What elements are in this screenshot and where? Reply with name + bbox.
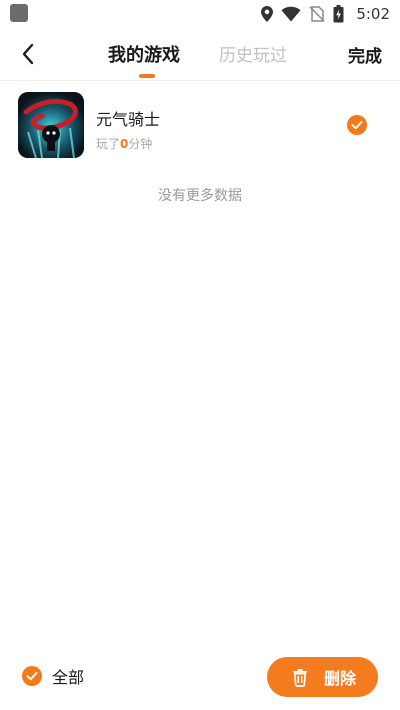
my-games-screen: 5:02 我的游戏 历史玩过 完成 元气骑士 玩了0分钟 没有更多数据 全部 删… <box>0 0 400 710</box>
tab-history-played[interactable]: 历史玩过 <box>219 41 287 66</box>
playtime-suffix: 分钟 <box>128 137 153 151</box>
tab-my-games[interactable]: 我的游戏 <box>108 41 180 67</box>
back-arrow-icon <box>22 43 34 65</box>
wifi-icon <box>281 6 301 22</box>
check-circle-icon <box>22 666 42 686</box>
delete-label: 删除 <box>324 669 357 688</box>
done-button[interactable]: 完成 <box>348 42 382 67</box>
game-thumbnail <box>18 92 84 158</box>
game-select-checkbox[interactable] <box>347 115 367 135</box>
notification-app-icon <box>10 4 28 22</box>
battery-charging-icon <box>333 5 344 23</box>
check-circle-icon <box>347 115 367 135</box>
select-all-toggle[interactable]: 全部 <box>22 664 84 688</box>
location-icon <box>261 6 274 22</box>
no-sim-icon <box>309 6 325 22</box>
no-more-data-text: 没有更多数据 <box>158 188 242 204</box>
status-icons: 5:02 <box>261 4 390 24</box>
status-bar: 5:02 <box>0 0 400 28</box>
select-all-label: 全部 <box>52 668 85 687</box>
game-title: 元气骑士 <box>96 110 161 129</box>
game-playtime: 玩了0分钟 <box>96 135 152 152</box>
status-time: 5:02 <box>356 5 390 23</box>
active-tab-indicator <box>139 74 155 78</box>
trash-icon <box>293 669 307 687</box>
back-button[interactable] <box>14 40 42 68</box>
nav-bar: 我的游戏 历史玩过 完成 <box>0 28 400 81</box>
game-list-item[interactable]: 元气骑士 玩了0分钟 <box>0 90 400 162</box>
delete-button[interactable]: 删除 <box>267 657 378 697</box>
playtime-prefix: 玩了 <box>96 137 121 151</box>
